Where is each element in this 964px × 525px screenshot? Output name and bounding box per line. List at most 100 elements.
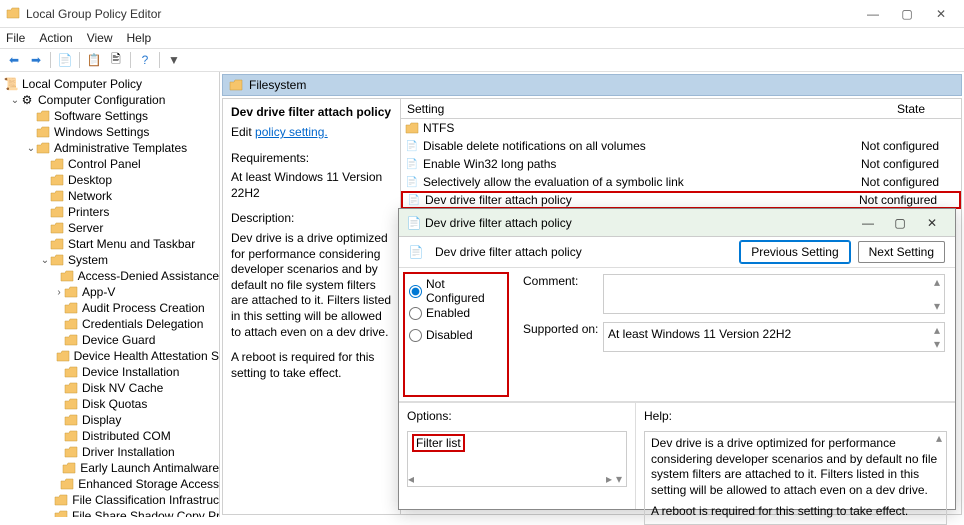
folder-icon bbox=[50, 222, 64, 234]
menu-action[interactable]: Action bbox=[39, 31, 72, 45]
row-icon bbox=[405, 122, 419, 134]
tree-item[interactable]: Software Settings bbox=[0, 108, 219, 124]
tree-item[interactable]: File Classification Infrastruc bbox=[0, 492, 219, 508]
tree-item[interactable]: Enhanced Storage Access bbox=[0, 476, 219, 492]
caret-icon: › bbox=[54, 287, 64, 298]
tree-computer-config[interactable]: ⌄ ⚙ Computer Configuration bbox=[0, 92, 219, 108]
description-pane: Dev drive filter attach policy Edit poli… bbox=[223, 99, 401, 514]
scroll-down-icon[interactable]: ▾ bbox=[930, 337, 944, 351]
folder-icon bbox=[36, 126, 50, 138]
folder-icon bbox=[64, 334, 78, 346]
tree-item[interactable]: Early Launch Antimalware bbox=[0, 460, 219, 476]
maximize-button[interactable]: ▢ bbox=[890, 4, 924, 24]
tree-item[interactable]: Printers bbox=[0, 204, 219, 220]
edit-policy-link[interactable]: policy setting. bbox=[255, 125, 328, 139]
folder-icon bbox=[50, 254, 64, 266]
comment-textarea[interactable]: ▴ ▾ bbox=[603, 274, 945, 314]
col-state[interactable]: State bbox=[861, 102, 961, 116]
tree-item[interactable]: File Share Shadow Copy Pro bbox=[0, 508, 219, 517]
row-icon: 📄 bbox=[407, 195, 421, 206]
export-button[interactable]: 📋 bbox=[84, 50, 104, 70]
tree-item[interactable]: Driver Installation bbox=[0, 444, 219, 460]
tree-item[interactable]: Start Menu and Taskbar bbox=[0, 236, 219, 252]
radio-disabled[interactable]: Disabled bbox=[409, 324, 503, 346]
requirements-text: At least Windows 11 Version 22H2 bbox=[231, 170, 392, 201]
tree-view[interactable]: 📜 Local Computer Policy ⌄ ⚙ Computer Con… bbox=[0, 72, 220, 517]
scroll-up-icon[interactable]: ▴ bbox=[932, 432, 946, 446]
tree-item[interactable]: Network bbox=[0, 188, 219, 204]
requirements-label: Requirements: bbox=[231, 151, 392, 167]
radio-not-configured[interactable]: Not Configured bbox=[409, 280, 503, 302]
tree-item[interactable]: Audit Process Creation bbox=[0, 300, 219, 316]
setting-row[interactable]: NTFS bbox=[401, 119, 961, 137]
forward-button[interactable]: ➡ bbox=[26, 50, 46, 70]
toolbar: ⬅ ➡ 📄 📋 🖹 ? ▼ bbox=[0, 48, 964, 72]
description-text: Dev drive is a drive optimized for perfo… bbox=[231, 231, 392, 340]
caret-icon: ⌄ bbox=[26, 143, 36, 154]
menu-file[interactable]: File bbox=[6, 31, 25, 45]
next-setting-button[interactable]: Next Setting bbox=[858, 241, 945, 263]
minimize-button[interactable]: — bbox=[856, 4, 890, 24]
gear-icon: ⚙ bbox=[20, 94, 34, 106]
folder-icon bbox=[62, 462, 76, 474]
filter-list-box[interactable]: Filter list ◂▸ ▾ bbox=[407, 431, 627, 487]
folder-icon bbox=[50, 174, 64, 186]
tree-item[interactable]: Disk Quotas bbox=[0, 396, 219, 412]
content-title: Filesystem bbox=[249, 78, 306, 92]
scroll-down-icon[interactable]: ▾ bbox=[930, 299, 944, 313]
up-button[interactable]: 📄 bbox=[55, 50, 75, 70]
filter-button[interactable]: ▼ bbox=[164, 50, 184, 70]
folder-icon bbox=[64, 286, 78, 298]
row-icon: 📄 bbox=[405, 159, 419, 170]
scroll-left-icon[interactable]: ◂ bbox=[408, 472, 414, 486]
tree-item[interactable]: Display bbox=[0, 412, 219, 428]
content-header: Filesystem bbox=[222, 74, 962, 96]
tree-item[interactable]: Control Panel bbox=[0, 156, 219, 172]
tree-item[interactable]: ⌄System bbox=[0, 252, 219, 268]
radio-enabled[interactable]: Enabled bbox=[409, 302, 503, 324]
tree-item[interactable]: Device Installation bbox=[0, 364, 219, 380]
tree-item[interactable]: ›App-V bbox=[0, 284, 219, 300]
reboot-text: A reboot is required for this setting to… bbox=[231, 350, 392, 381]
scroll-up-icon[interactable]: ▴ bbox=[930, 323, 944, 337]
row-icon: 📄 bbox=[405, 177, 419, 188]
tree-item[interactable]: Credentials Delegation bbox=[0, 316, 219, 332]
policy-dialog: 📄 Dev drive filter attach policy — ▢ ✕ 📄… bbox=[398, 208, 956, 510]
dialog-close-button[interactable]: ✕ bbox=[917, 213, 947, 233]
dialog-minimize-button[interactable]: — bbox=[853, 213, 883, 233]
folder-icon bbox=[56, 350, 70, 362]
tree-item[interactable]: ⌄Administrative Templates bbox=[0, 140, 219, 156]
tree-item[interactable]: Windows Settings bbox=[0, 124, 219, 140]
menu-help[interactable]: Help bbox=[127, 31, 152, 45]
help-button[interactable]: ? bbox=[135, 50, 155, 70]
tree-root[interactable]: 📜 Local Computer Policy bbox=[0, 76, 219, 92]
prev-setting-button[interactable]: Previous Setting bbox=[740, 241, 849, 263]
policy-icon: 📜 bbox=[4, 78, 18, 90]
tree-item[interactable]: Disk NV Cache bbox=[0, 380, 219, 396]
setting-row[interactable]: 📄Enable Win32 long pathsNot configured bbox=[401, 155, 961, 173]
tree-item[interactable]: Access-Denied Assistance bbox=[0, 268, 219, 284]
tree-item[interactable]: Device Health Attestation S bbox=[0, 348, 219, 364]
folder-icon bbox=[36, 110, 50, 122]
folder-icon bbox=[50, 158, 64, 170]
folder-icon bbox=[64, 446, 78, 458]
tree-item[interactable]: Server bbox=[0, 220, 219, 236]
back-button[interactable]: ⬅ bbox=[4, 50, 24, 70]
tree-item[interactable]: Desktop bbox=[0, 172, 219, 188]
scroll-down-icon[interactable]: ▾ bbox=[612, 472, 626, 486]
col-setting[interactable]: Setting bbox=[401, 102, 861, 116]
tree-item[interactable]: Device Guard bbox=[0, 332, 219, 348]
tree-item[interactable]: Distributed COM bbox=[0, 428, 219, 444]
menu-view[interactable]: View bbox=[87, 31, 113, 45]
filter-list-label: Filter list bbox=[412, 434, 465, 452]
refresh-button[interactable]: 🖹 bbox=[106, 50, 126, 70]
setting-row[interactable]: 📄Disable delete notifications on all vol… bbox=[401, 137, 961, 155]
folder-icon bbox=[60, 270, 74, 282]
setting-row[interactable]: 📄Dev drive filter attach policyNot confi… bbox=[401, 191, 961, 209]
scroll-up-icon[interactable]: ▴ bbox=[930, 275, 944, 289]
dialog-maximize-button[interactable]: ▢ bbox=[885, 213, 915, 233]
folder-icon bbox=[229, 79, 243, 91]
setting-row[interactable]: 📄Selectively allow the evaluation of a s… bbox=[401, 173, 961, 191]
dialog-titlebar: 📄 Dev drive filter attach policy — ▢ ✕ bbox=[399, 209, 955, 237]
close-button[interactable]: ✕ bbox=[924, 4, 958, 24]
